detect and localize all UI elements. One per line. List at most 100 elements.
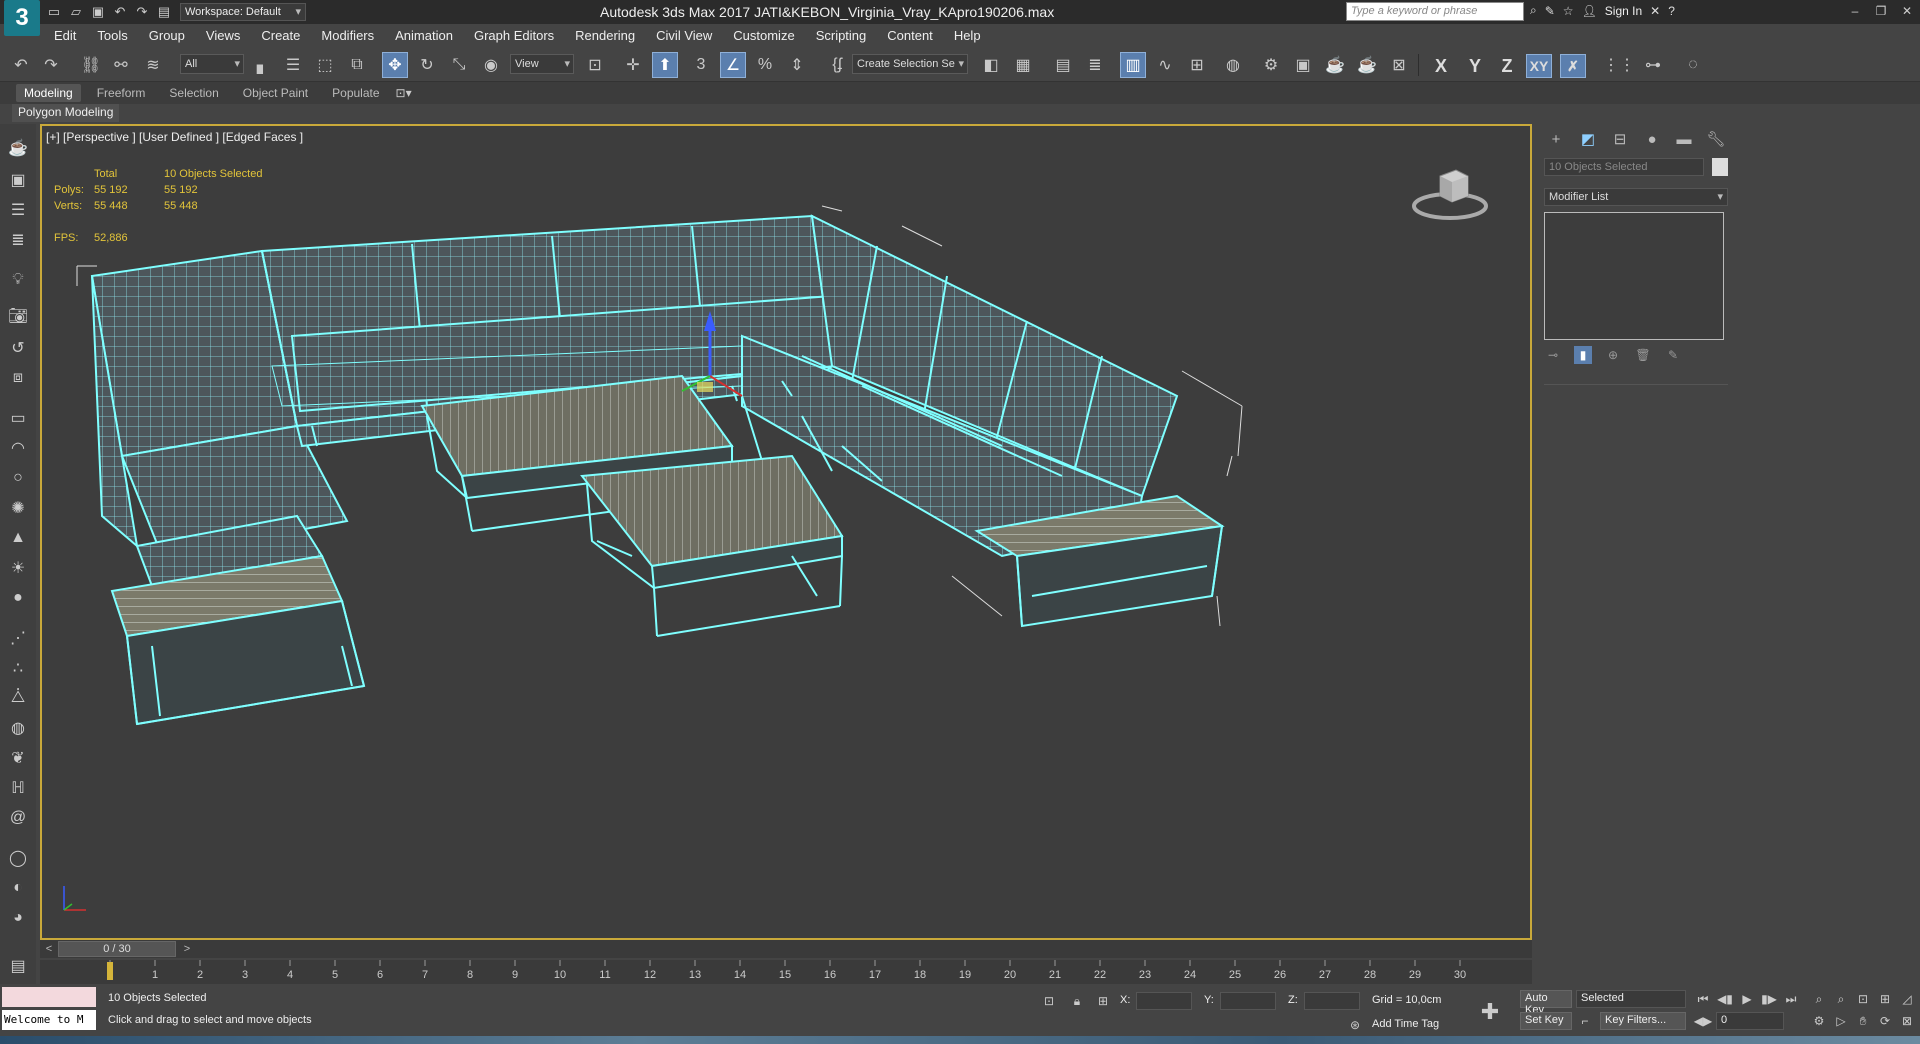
field-of-view-icon[interactable]: ◿ (1898, 990, 1916, 1008)
walk-through-icon[interactable]: ▷ (1832, 1012, 1850, 1030)
track-bar[interactable]: 0123456789101112131415161718192021222324… (40, 960, 1532, 984)
redo-icon[interactable]: ↷ (38, 52, 64, 78)
sphere-icon[interactable]: ● (6, 586, 30, 610)
zoom-extents-all-icon[interactable]: ⊞ (1876, 990, 1894, 1008)
menu-civil-view[interactable]: Civil View (656, 28, 712, 43)
configure-modifier-sets-icon[interactable]: ✎ (1664, 346, 1682, 364)
array-icon[interactable]: ⋮⋮ (1603, 52, 1635, 78)
spacing-tool-icon[interactable]: ◌ (1680, 52, 1706, 78)
minimize-icon[interactable]: – (1842, 0, 1868, 22)
pin-stack-icon[interactable]: ⊸ (1544, 346, 1562, 364)
menu-group[interactable]: Group (149, 28, 185, 43)
selection-filter-dropdown[interactable]: All (180, 54, 244, 74)
select-rotate-icon[interactable]: ↻ (414, 52, 440, 78)
perspective-viewport[interactable]: [+] [Perspective ] [User Defined ] [Edge… (40, 124, 1532, 940)
unlink-icon[interactable]: ⚯ (108, 52, 134, 78)
ribbon-toggle-icon[interactable]: ▥ (1120, 52, 1146, 78)
material-editor-icon[interactable]: ◍ (1220, 52, 1246, 78)
axis-constraint-icon[interactable]: ✗ (1560, 54, 1586, 78)
dome-light-icon[interactable]: ◠ (6, 436, 30, 460)
rotate-object-icon[interactable]: ↺ (6, 336, 30, 360)
select-move-icon[interactable]: ✥ (382, 52, 408, 78)
select-by-name-icon[interactable]: ☰ (280, 52, 306, 78)
select-object-icon[interactable]: ▖ (250, 52, 276, 78)
ribbon-tab-populate[interactable]: Populate (324, 84, 387, 102)
y-coord-field[interactable] (1220, 992, 1276, 1010)
angle-snap-icon[interactable]: ∠ (720, 52, 746, 78)
menu-help[interactable]: Help (954, 28, 981, 43)
render-setup-icon[interactable]: ⚙ (1258, 52, 1284, 78)
maxscript-mini-listener[interactable]: Welcome to M (2, 1010, 96, 1030)
select-place-icon[interactable]: ◉ (478, 52, 504, 78)
zoom-icon[interactable]: ⌕ (1810, 990, 1828, 1008)
link-icon[interactable]: ⛓ (78, 52, 104, 78)
binoculars-icon[interactable]: ⌕ (1530, 3, 1537, 18)
material-gradient-icon[interactable]: ◐ (6, 876, 30, 900)
reference-coordinate-dropdown[interactable]: View (510, 54, 574, 74)
proxy-icon[interactable]: ⧊ (6, 686, 30, 710)
menu-rendering[interactable]: Rendering (575, 28, 635, 43)
layer-explorer-icon[interactable]: ≣ (1082, 52, 1108, 78)
axis-y-button[interactable]: Y (1462, 54, 1488, 78)
next-frame-icon[interactable]: ▮▶ (1760, 990, 1778, 1008)
time-prev-icon[interactable]: < (42, 941, 56, 957)
time-next-icon[interactable]: > (180, 941, 194, 957)
render-camera-icon[interactable]: ⧈ (6, 366, 30, 390)
isolate-selection-icon[interactable]: ⊡ (1040, 992, 1058, 1010)
time-config-icon[interactable]: ⚙ (1810, 1012, 1828, 1030)
layer-list-icon[interactable]: ≣ (6, 228, 30, 252)
camera-icon[interactable]: 📷︎ (6, 304, 30, 328)
redo-icon[interactable]: ↷ (132, 3, 152, 21)
ribbon-panel-polygon-modeling[interactable]: Polygon Modeling (12, 104, 120, 122)
menu-create[interactable]: Create (261, 28, 300, 43)
previous-frame-icon[interactable]: ◀▮ (1716, 990, 1734, 1008)
time-slider[interactable]: < 0 / 30 > (40, 940, 1532, 958)
set-key-button[interactable]: Set Key (1520, 1012, 1572, 1030)
user-icon[interactable]: 👤︎ (1582, 4, 1597, 18)
close-icon[interactable]: ✕ (1894, 0, 1920, 22)
go-to-start-icon[interactable]: ⏮ (1694, 990, 1712, 1008)
key-mode-toggle-icon[interactable]: ◀▶ (1694, 1012, 1712, 1030)
subscription-icon[interactable]: ✎ (1545, 4, 1555, 18)
light-bulb-icon[interactable]: 💡︎ (6, 268, 30, 292)
modifier-list-dropdown[interactable]: Modifier List (1544, 188, 1728, 206)
bind-spacewarp-icon[interactable]: ≋ (140, 52, 166, 78)
menu-modifiers[interactable]: Modifiers (321, 28, 374, 43)
restore-icon[interactable]: ❐ (1868, 0, 1894, 22)
orbit-icon[interactable]: ⟳ (1876, 1012, 1894, 1030)
ribbon-options-icon[interactable]: ⊡▾ (396, 86, 412, 100)
display-tab-icon[interactable]: ▬ (1672, 128, 1696, 150)
menu-customize[interactable]: Customize (733, 28, 794, 43)
align-icon[interactable]: ▦ (1010, 52, 1036, 78)
spinner-snap-icon[interactable]: ⇕ (784, 52, 810, 78)
object-name-field[interactable]: 10 Objects Selected (1544, 158, 1704, 176)
pivot-center-icon[interactable]: ⊡ (582, 52, 608, 78)
remove-modifier-icon[interactable]: 🗑︎ (1634, 346, 1652, 364)
open-file-icon[interactable]: ▱ (66, 3, 86, 21)
render-production-icon[interactable]: ☕ (1322, 52, 1348, 78)
project-folder-icon[interactable]: ▤ (154, 3, 174, 21)
percent-snap-icon[interactable]: % (752, 52, 778, 78)
named-selection-dropdown[interactable]: Create Selection Se (852, 54, 968, 74)
undo-icon[interactable]: ↶ (8, 52, 34, 78)
window-crossing-icon[interactable]: ⧉ (344, 52, 370, 78)
pan-view-icon[interactable]: ✋︎ (1854, 1012, 1872, 1030)
show-end-result-icon[interactable]: ▮ (1574, 346, 1592, 364)
motion-tab-icon[interactable]: ● (1640, 128, 1664, 150)
mirror-icon[interactable]: ◧ (978, 52, 1004, 78)
menu-content[interactable]: Content (887, 28, 933, 43)
teapot-icon[interactable]: ☕ (6, 136, 30, 160)
keyboard-shortcut-override-icon[interactable]: ⬆ (652, 52, 678, 78)
zoom-all-icon[interactable]: ⌕ (1832, 990, 1850, 1008)
sign-in-link[interactable]: Sign In (1605, 4, 1642, 18)
maxscript-listener-output[interactable] (2, 987, 96, 1007)
snaps-toggle-icon[interactable]: 3 (688, 52, 714, 78)
menu-graph-editors[interactable]: Graph Editors (474, 28, 554, 43)
time-slider-thumb[interactable]: 0 / 30 (58, 941, 176, 957)
plane-icon[interactable]: ▭ (6, 406, 30, 430)
ribbon-tab-freeform[interactable]: Freeform (89, 84, 154, 102)
axis-z-button[interactable]: Z (1494, 54, 1520, 78)
menu-views[interactable]: Views (206, 28, 240, 43)
sphere-light-icon[interactable]: ○ (6, 466, 30, 490)
play-icon[interactable]: ▶ (1738, 990, 1756, 1008)
